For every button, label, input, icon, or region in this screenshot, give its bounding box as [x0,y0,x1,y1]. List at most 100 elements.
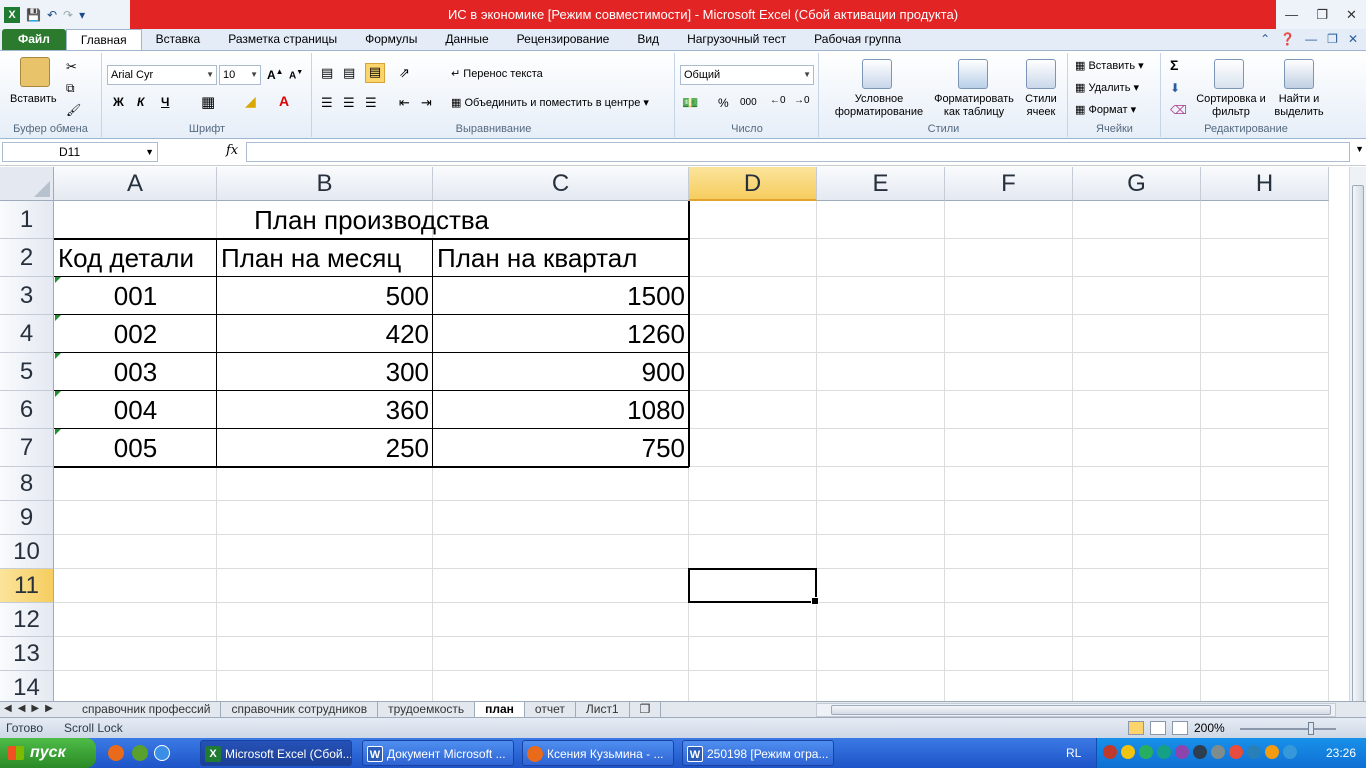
column-header-c[interactable]: C [433,167,689,201]
horizontal-scroll-thumb[interactable] [831,705,1331,715]
find-select-icon[interactable] [1284,59,1314,89]
doc-minimize-icon[interactable]: — [1305,29,1317,50]
taskbar-word-doc[interactable]: W Документ Microsoft ... [362,740,514,766]
tab-page-layout[interactable]: Разметка страницы [214,29,351,50]
formula-input[interactable] [246,142,1350,162]
close-icon[interactable]: ✕ [1346,7,1357,23]
maximize-icon[interactable]: ❐ [1316,7,1328,23]
borders-icon[interactable]: ▦ [201,93,215,111]
row-header-3[interactable]: 3 [0,277,54,315]
number-format-combo[interactable]: Общий ▼ [680,65,814,85]
grow-font-icon[interactable]: A▲ [267,67,284,82]
table-data-cell[interactable]: 750 [433,429,689,467]
italic-button[interactable]: К [137,95,144,109]
table-data-cell[interactable]: 004 [54,391,217,429]
align-top-icon[interactable]: ▤ [321,65,333,81]
zoom-level[interactable]: 200% [1194,721,1225,735]
cell-styles-button[interactable]: Стили ячеек [1018,93,1064,119]
tray-app-icon[interactable] [1193,745,1207,759]
sort-filter-button[interactable]: Сортировка и фильтр [1196,93,1266,119]
page-layout-view-icon[interactable] [1150,721,1166,735]
tab-team[interactable]: Рабочая группа [800,29,915,50]
column-header-b[interactable]: B [217,167,433,201]
row-header-4[interactable]: 4 [0,315,54,353]
cell-styles-icon[interactable] [1026,59,1056,89]
select-all-corner[interactable] [0,167,54,201]
merge-center-button[interactable]: ▦ Объединить и поместить в центре ▾ [451,96,649,109]
row-header-7[interactable]: 7 [0,429,54,467]
table-data-cell[interactable]: 001 [54,277,217,315]
zoom-slider[interactable] [1240,728,1336,730]
table-data-cell[interactable]: 360 [217,391,433,429]
sheet-tab[interactable]: справочник сотрудников [221,702,379,717]
page-break-view-icon[interactable] [1172,721,1188,735]
table-data-cell[interactable]: 900 [433,353,689,391]
conditional-format-button[interactable]: Условное форматирование [824,93,934,119]
doc-restore-icon[interactable]: ❐ [1327,29,1338,50]
name-box[interactable]: D11 ▼ [2,142,158,162]
tab-data[interactable]: Данные [431,29,502,50]
delete-cells-button[interactable]: ▦ Удалить ▾ [1075,81,1139,94]
table-header-cell[interactable]: План на квартал [433,239,689,277]
autosum-button[interactable]: Σ [1170,57,1178,73]
column-header-h[interactable]: H [1201,167,1329,201]
tray-app-icon[interactable] [1139,745,1153,759]
row-header-1[interactable]: 1 [0,201,54,239]
firefox-icon[interactable] [108,745,124,761]
format-cells-button[interactable]: ▦ Формат ▾ [1075,103,1136,116]
vertical-scrollbar[interactable] [1349,167,1366,705]
wrap-text-button[interactable]: ↵ Перенос текста [451,67,543,80]
tray-app-icon[interactable] [1283,745,1297,759]
font-size-combo[interactable]: 10 ▼ [219,65,261,85]
table-header-cell[interactable]: Код детали [54,239,217,277]
tray-app-icon[interactable] [1229,745,1243,759]
shrink-font-icon[interactable]: A▼ [289,69,303,81]
format-as-table-button[interactable]: Форматировать как таблицу [928,93,1020,119]
insert-cells-button[interactable]: ▦ Вставить ▾ [1075,59,1144,72]
copy-icon[interactable]: ⧉ [66,81,75,96]
align-left-icon[interactable]: ☰ [321,95,333,111]
sort-filter-icon[interactable] [1214,59,1244,89]
align-right-icon[interactable]: ☰ [365,95,377,111]
row-header-11[interactable]: 11 [0,569,54,603]
fill-color-icon[interactable]: ◢ [245,93,256,110]
column-header-a[interactable]: A [54,167,217,201]
table-data-cell[interactable]: 300 [217,353,433,391]
font-color-icon[interactable]: A [279,93,289,109]
redo-icon[interactable]: ↷ [63,8,73,22]
sheet-tab[interactable]: отчет [525,702,576,717]
insert-sheet-icon[interactable]: ❐ [630,702,662,717]
minimize-icon[interactable]: — [1285,7,1298,22]
taskbar-word-restricted[interactable]: W 250198 [Режим огра... [682,740,834,766]
tray-app-icon[interactable] [1103,745,1117,759]
excel-icon[interactable]: X [4,6,20,23]
doc-close-icon[interactable]: ✕ [1348,29,1358,50]
fill-icon[interactable]: ⬇ [1170,81,1180,95]
tray-app-icon[interactable] [1265,745,1279,759]
expand-formula-bar-icon[interactable]: ▼ [1355,144,1364,154]
conditional-format-icon[interactable] [862,59,892,89]
row-header-9[interactable]: 9 [0,501,54,535]
row-header-14[interactable]: 14 [0,671,54,701]
tab-home[interactable]: Главная [65,29,142,50]
language-indicator[interactable]: RL [1066,738,1081,768]
paste-icon[interactable] [20,57,50,87]
zoom-slider-knob[interactable] [1308,722,1314,735]
taskbar-excel[interactable]: X Microsoft Excel (Сбой... [200,740,352,766]
tray-app-icon[interactable] [1157,745,1171,759]
active-cell[interactable] [688,568,819,605]
table-title[interactable]: План производства [54,201,689,239]
column-header-f[interactable]: F [945,167,1073,201]
help-icon[interactable]: ❓ [1280,29,1295,50]
find-select-button[interactable]: Найти и выделить [1268,93,1330,119]
row-header-5[interactable]: 5 [0,353,54,391]
format-painter-icon[interactable]: 🖌 [66,103,81,117]
table-data-cell[interactable]: 500 [217,277,433,315]
tab-view[interactable]: Вид [623,29,673,50]
ie-icon[interactable] [154,745,170,761]
worksheet-grid[interactable]: A B C D E F G H 1 2 3 4 5 6 7 8 9 10 11 12 13 14 План производ… [0,167,1349,701]
customize-qat-icon[interactable]: ▾ [79,8,85,22]
tray-app-icon[interactable] [1121,745,1135,759]
column-header-e[interactable]: E [817,167,945,201]
currency-icon[interactable]: 💵 [682,95,698,111]
